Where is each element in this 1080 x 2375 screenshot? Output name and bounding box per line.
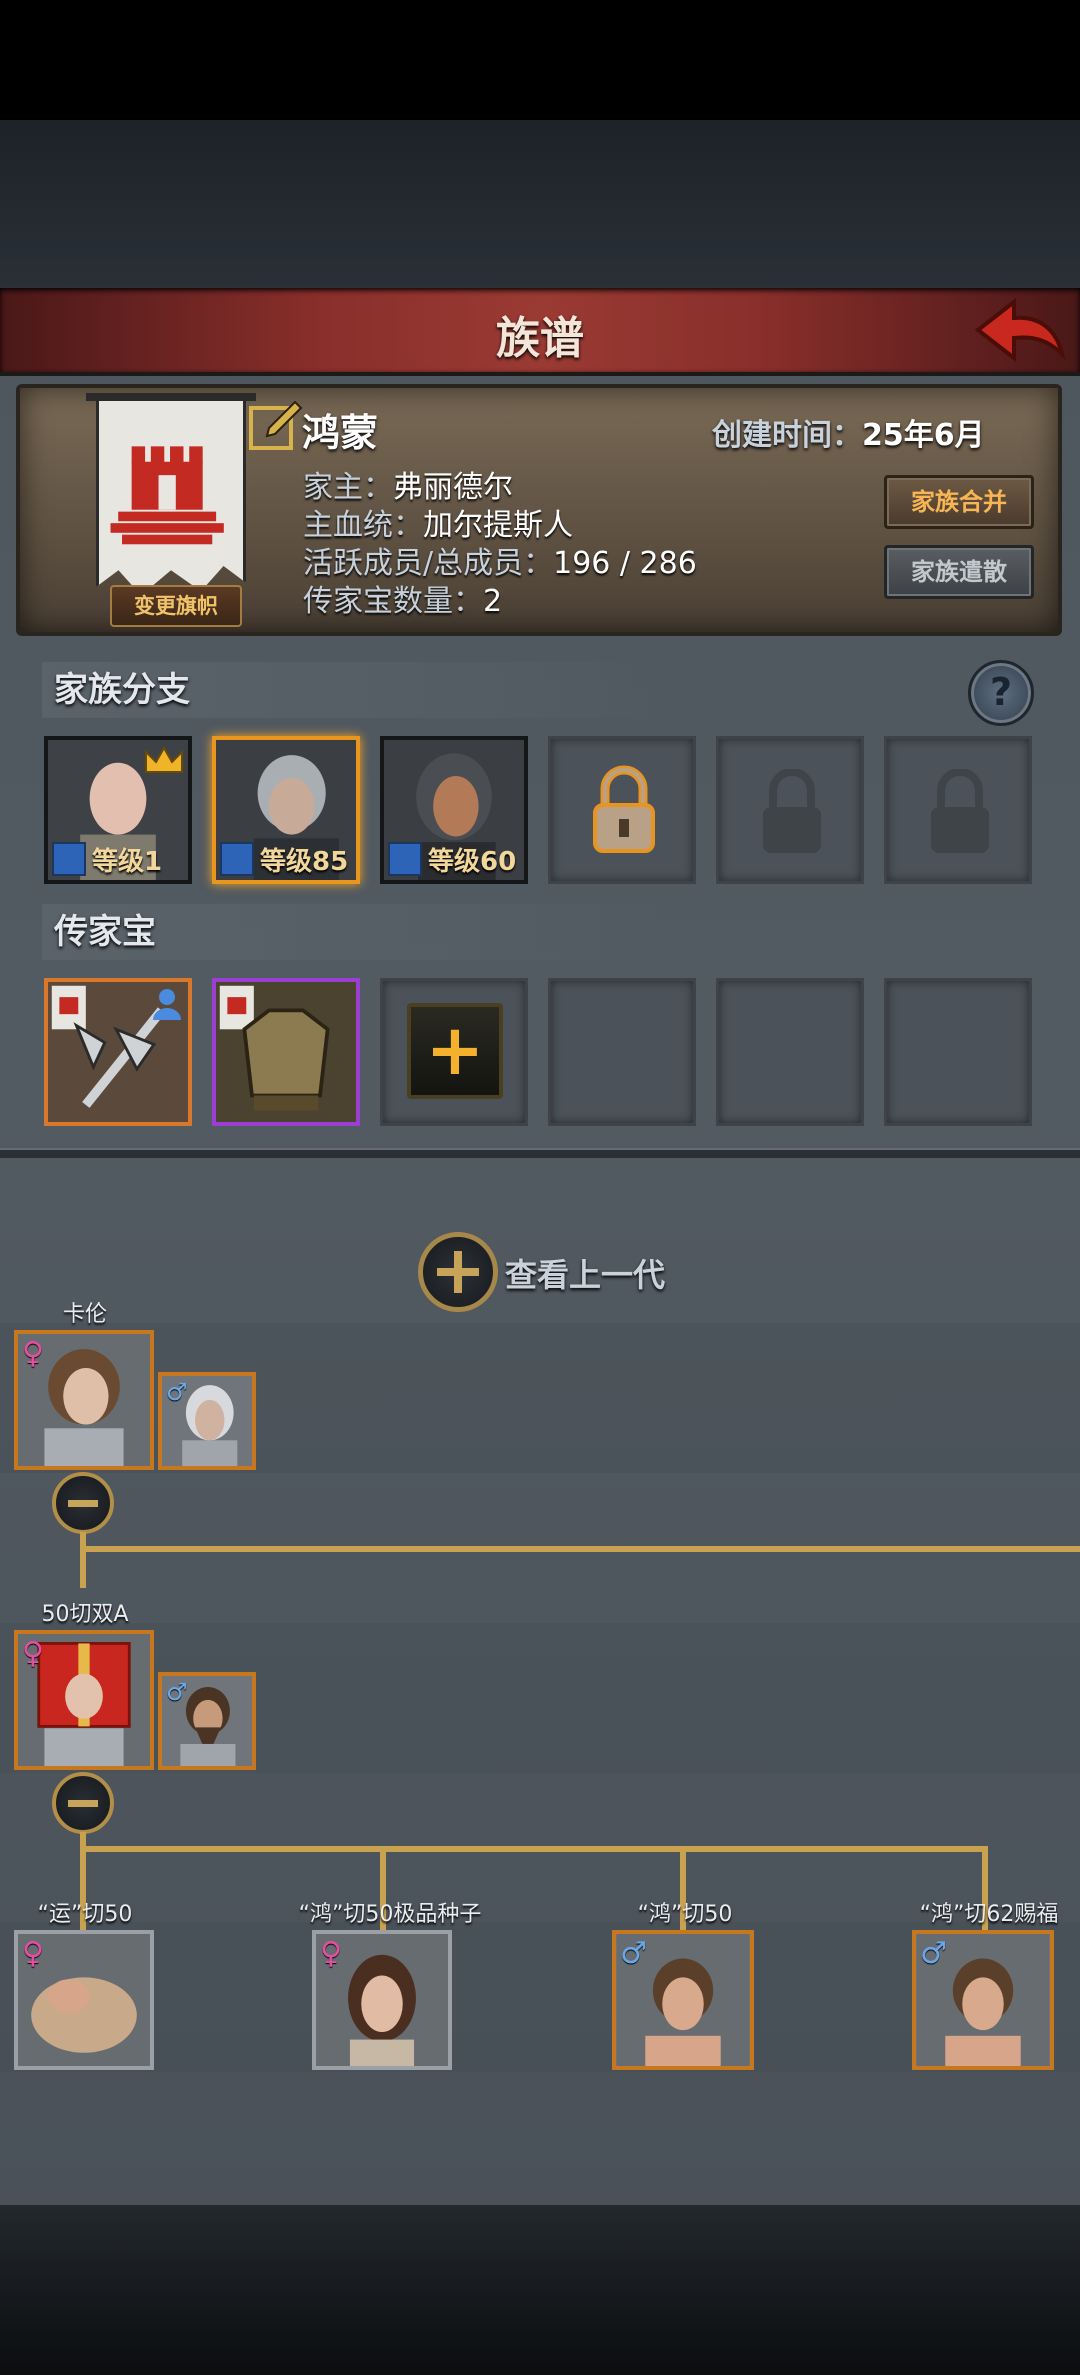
view-previous-generation-label[interactable]: 查看上一代: [505, 1250, 665, 1296]
male-icon: ♂: [166, 1378, 188, 1406]
tree-connector: [80, 1532, 86, 1588]
child-1-name: “运”切50: [37, 1902, 133, 1927]
heirloom-count-line: 传家宝数量：2: [303, 576, 502, 620]
change-banner-button[interactable]: 变更旗帜: [110, 585, 242, 627]
sword-icon: [52, 842, 86, 876]
female-icon: ♀: [22, 1936, 44, 1971]
gen1-name: 卡伦: [62, 1302, 107, 1327]
help-icon[interactable]: ?: [968, 660, 1034, 726]
branch-member-3[interactable]: 等级60: [380, 736, 528, 884]
plus-circle-icon: [437, 1251, 479, 1293]
branch-member-1[interactable]: 等级1: [44, 736, 192, 884]
create-time-value: 25年6月: [862, 418, 985, 453]
heirlooms-header: 传家宝: [42, 904, 662, 960]
branch-member-2[interactable]: 等级85: [212, 736, 360, 884]
heirloom-halberd[interactable]: [44, 978, 192, 1126]
gen1-spouse-portrait[interactable]: ♂: [158, 1372, 256, 1470]
female-icon: ♀: [22, 1636, 44, 1671]
lock-icon: [931, 769, 989, 853]
heirloom-count-label: 传家宝数量：: [303, 584, 483, 619]
branch-slot-locked: [884, 736, 1032, 884]
section-divider: [0, 1148, 1080, 1158]
child-2-portrait[interactable]: ♀: [312, 1930, 452, 2070]
male-icon: ♂: [920, 1936, 947, 1971]
tree-connector: [80, 1846, 988, 1852]
back-arrow-icon[interactable]: [968, 292, 1068, 372]
branch-slot-unlockable[interactable]: [548, 736, 696, 884]
gen2-name: 50切双A: [41, 1602, 129, 1627]
heirloom-empty-slot: [548, 978, 696, 1126]
branch-slot-locked: [716, 736, 864, 884]
sword-icon: [388, 842, 422, 876]
heirloom-count-value: 2: [483, 584, 503, 619]
person-icon: [153, 989, 181, 1020]
add-heirloom-slot[interactable]: +: [380, 978, 528, 1126]
add-heirloom-button[interactable]: +: [407, 1003, 503, 1099]
female-icon: ♀: [22, 1336, 44, 1371]
status-bar: [0, 0, 1080, 120]
family-disband-button[interactable]: 家族遣散: [884, 545, 1034, 599]
bottom-backdrop: [0, 2205, 1080, 2375]
create-time-label: 创建时间：: [712, 418, 862, 453]
female-icon: ♀: [320, 1936, 342, 1971]
gen2-spouse-portrait[interactable]: ♂: [158, 1672, 256, 1770]
heirloom-empty-slot: [716, 978, 864, 1126]
male-icon: ♂: [620, 1936, 647, 1971]
child-3-portrait[interactable]: ♂: [612, 1930, 754, 2070]
members-value: 196 / 286: [553, 546, 697, 581]
branch-level-2: 等级85: [260, 847, 349, 877]
heirloom-empty-slot: [884, 978, 1032, 1126]
padlock-icon: [593, 765, 655, 853]
child-4-name: “鸿”切62赐福: [919, 1902, 1059, 1927]
child-2-name: “鸿”切50极品种子: [298, 1902, 482, 1927]
gen1-portrait[interactable]: ♀: [14, 1330, 154, 1470]
tree-connector: [80, 1546, 1080, 1552]
child-1-portrait[interactable]: ♀: [14, 1930, 154, 2070]
sword-icon: [220, 842, 254, 876]
armor-icon: [216, 982, 356, 1122]
gen2-portrait[interactable]: ♀: [14, 1630, 154, 1770]
create-time: 创建时间：25年6月: [712, 410, 985, 454]
family-merge-button[interactable]: 家族合并: [884, 475, 1034, 529]
branch-level-1: 等级1: [92, 847, 163, 877]
child-4-portrait[interactable]: ♂: [912, 1930, 1054, 2070]
crown-icon: [145, 745, 183, 773]
family-name: 鸿蒙: [302, 411, 379, 455]
male-icon: ♂: [166, 1678, 188, 1706]
collapse-gen1-button[interactable]: [52, 1472, 114, 1534]
view-previous-generation-button[interactable]: [418, 1232, 498, 1312]
top-backdrop: [0, 120, 1080, 290]
heirloom-armor[interactable]: [212, 978, 360, 1126]
branches-header: 家族分支: [42, 662, 662, 718]
branch-level-3: 等级60: [428, 847, 517, 877]
edit-name-icon[interactable]: [247, 398, 305, 456]
title-bar: 族谱: [0, 288, 1080, 376]
plus-icon: +: [425, 1009, 485, 1091]
lock-icon: [763, 769, 821, 853]
collapse-gen2-button[interactable]: [52, 1772, 114, 1834]
page-title: 族谱: [496, 313, 584, 364]
child-3-name: “鸿”切50: [637, 1902, 733, 1927]
